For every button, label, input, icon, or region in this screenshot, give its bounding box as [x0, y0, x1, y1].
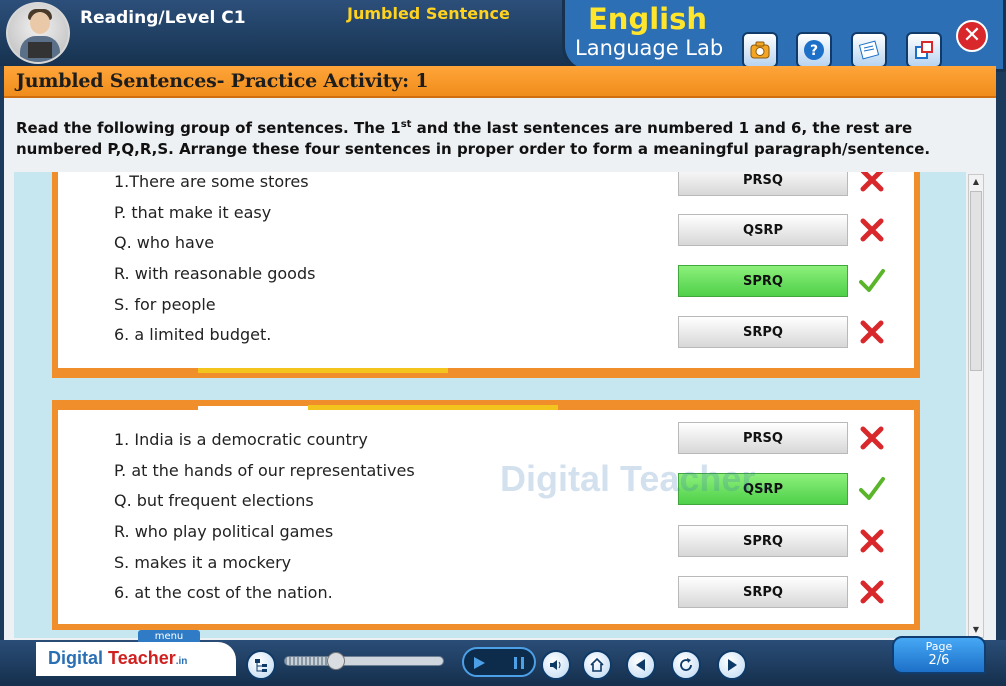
- svg-text:?: ?: [810, 43, 818, 59]
- play-button[interactable]: [466, 650, 492, 676]
- question-card-2: 1. India is a democratic country P. at t…: [52, 400, 920, 630]
- volume-button[interactable]: [541, 650, 571, 680]
- page-indicator: Page 2/6: [892, 636, 986, 674]
- window-button[interactable]: [906, 32, 942, 68]
- sentence-last: 6. at the cost of the nation.: [114, 583, 333, 602]
- correct-check-icon: [859, 477, 885, 500]
- replay-button[interactable]: [671, 650, 701, 680]
- sentence-r: R. with reasonable goods: [114, 264, 316, 283]
- lab-title-main: English: [588, 2, 708, 36]
- page-label: Page: [925, 640, 953, 653]
- wrong-cross-icon: [860, 529, 884, 553]
- instructions: Read the following group of sentences. T…: [16, 114, 986, 160]
- wrong-cross-icon: [860, 580, 884, 604]
- play-icon: [474, 657, 485, 669]
- refresh-icon: [680, 658, 692, 671]
- progress-knob[interactable]: [326, 652, 345, 670]
- sentence-q: Q. who have: [114, 233, 215, 252]
- option-button[interactable]: SRPQ: [678, 576, 848, 608]
- notes-button[interactable]: [851, 32, 887, 68]
- sentence-p: P. at the hands of our representatives: [114, 461, 415, 480]
- scroll-up-icon[interactable]: ▲: [971, 177, 981, 187]
- option-button-correct[interactable]: SPRQ: [678, 265, 848, 297]
- logo-main: Digital: [48, 648, 104, 668]
- wrong-cross-icon: [860, 426, 884, 450]
- close-icon: ✕: [962, 23, 982, 48]
- previous-icon: [636, 659, 645, 671]
- wrong-cross-icon: [860, 320, 884, 344]
- next-button[interactable]: [717, 650, 747, 680]
- pause-button[interactable]: [506, 650, 532, 676]
- option-button[interactable]: QSRP: [678, 214, 848, 246]
- instructions-text-1: Read the following group of sentences. T…: [16, 119, 401, 137]
- wrong-cross-icon: [860, 172, 884, 192]
- window-icon: [915, 41, 933, 59]
- camera-icon: [750, 41, 770, 59]
- sentence-first: 1.There are some stores: [114, 172, 309, 191]
- activity-title: Jumbled Sentences- Practice Activity: 1: [16, 70, 429, 92]
- close-button[interactable]: ✕: [956, 20, 988, 52]
- sentence-s: S. makes it a mockery: [114, 553, 292, 572]
- digital-teacher-logo: Digital Teacher.in: [48, 648, 187, 669]
- option-button[interactable]: PRSQ: [678, 422, 848, 454]
- student-avatar: [6, 2, 70, 64]
- scroll-down-icon[interactable]: ▼: [971, 625, 981, 635]
- help-icon: ?: [804, 40, 824, 60]
- option-button[interactable]: SRPQ: [678, 316, 848, 348]
- question-card-1: 1.There are some stores P. that make it …: [52, 172, 920, 378]
- previous-button[interactable]: [626, 650, 656, 680]
- home-button[interactable]: [582, 650, 612, 680]
- sentence-first: 1. India is a democratic country: [114, 430, 368, 449]
- speaker-icon: [550, 660, 561, 670]
- option-button[interactable]: SPRQ: [678, 525, 848, 557]
- watermark-suffix: .in: [755, 480, 771, 494]
- home-icon: [590, 657, 604, 672]
- logo-accent: Teacher: [108, 648, 176, 668]
- contents-button[interactable]: [246, 650, 276, 680]
- logo-suffix: .in: [175, 656, 188, 667]
- sentence-last: 6. a limited budget.: [114, 325, 272, 344]
- correct-check-icon: [859, 269, 885, 292]
- watermark-text: Digital Teacher: [500, 458, 756, 499]
- sentence-s: S. for people: [114, 295, 216, 314]
- activity-name: Jumbled Sentence: [347, 4, 510, 23]
- watermark: Digital Teacher.in: [500, 458, 770, 500]
- help-button[interactable]: ?: [796, 32, 832, 68]
- instructions-sup: st: [400, 119, 412, 130]
- notes-icon: [858, 40, 880, 60]
- sentence-p: P. that make it easy: [114, 203, 272, 222]
- level-title: Reading/Level C1: [80, 8, 246, 28]
- tree-icon: [255, 659, 267, 672]
- next-icon: [728, 659, 737, 671]
- questions-scroll-area[interactable]: 1.There are some stores P. that make it …: [14, 172, 966, 638]
- sentence-r: R. who play political games: [114, 522, 334, 541]
- scroll-thumb[interactable]: [970, 191, 982, 371]
- option-button[interactable]: PRSQ: [678, 172, 848, 196]
- pause-icon: [514, 657, 524, 669]
- page-number: 2/6: [928, 653, 950, 668]
- progress-slider[interactable]: [284, 652, 444, 670]
- lab-title-sub: Language Lab: [575, 36, 724, 60]
- camera-button[interactable]: [742, 32, 778, 68]
- sentence-q: Q. but frequent elections: [114, 491, 314, 510]
- wrong-cross-icon: [860, 218, 884, 242]
- scrollbar[interactable]: ▲ ▼: [968, 174, 984, 638]
